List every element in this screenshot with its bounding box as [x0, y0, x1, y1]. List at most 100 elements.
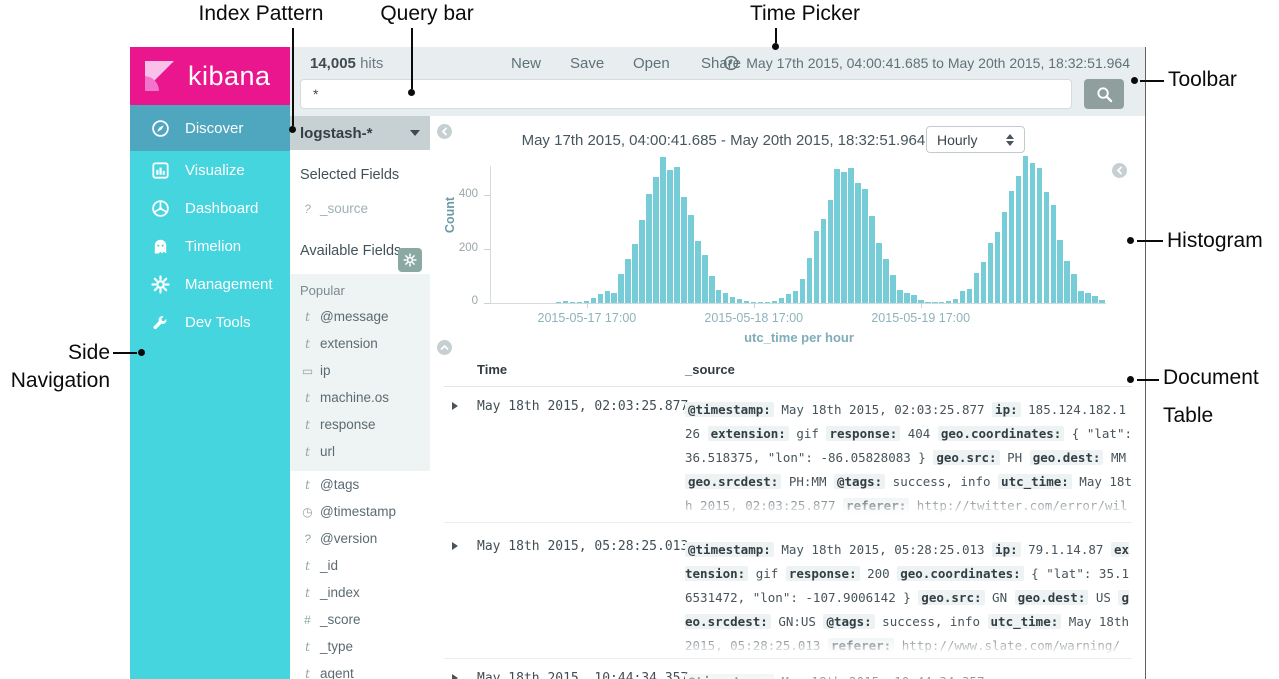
- histogram-bar[interactable]: [821, 219, 826, 303]
- histogram-bar[interactable]: [1009, 191, 1014, 303]
- histogram-bar[interactable]: [723, 293, 728, 303]
- histogram-bar[interactable]: [925, 302, 930, 304]
- histogram-bar[interactable]: [563, 301, 568, 303]
- column-header-source[interactable]: _source: [685, 362, 735, 377]
- kibana-logo[interactable]: kibana: [130, 47, 290, 105]
- histogram-bar[interactable]: [695, 241, 700, 303]
- histogram-bar[interactable]: [946, 301, 951, 303]
- field-item-@tags[interactable]: t@tags: [290, 471, 430, 498]
- field-settings-button[interactable]: [398, 248, 422, 272]
- histogram-bar[interactable]: [1085, 293, 1090, 303]
- sidebar-item-dev-tools[interactable]: Dev Tools: [130, 303, 290, 341]
- field-item-agent[interactable]: tagent: [290, 660, 430, 679]
- histogram-bar[interactable]: [786, 294, 791, 303]
- histogram-bar[interactable]: [1044, 192, 1049, 303]
- field-item-extension[interactable]: textension: [290, 330, 430, 357]
- histogram-bar[interactable]: [1078, 291, 1083, 303]
- histogram-bar[interactable]: [1064, 261, 1069, 303]
- histogram-bar[interactable]: [862, 189, 867, 303]
- histogram-bar[interactable]: [598, 294, 603, 303]
- histogram-bar[interactable]: [632, 244, 637, 303]
- column-header-time[interactable]: Time: [477, 362, 507, 377]
- histogram-bar[interactable]: [904, 293, 909, 303]
- field-item-@version[interactable]: ?@version: [290, 525, 430, 552]
- histogram-bar[interactable]: [660, 157, 665, 303]
- query-input[interactable]: [300, 79, 1072, 109]
- histogram-bar[interactable]: [1057, 240, 1062, 303]
- search-button[interactable]: [1084, 79, 1124, 109]
- histogram-bar[interactable]: [570, 302, 575, 304]
- histogram-bar[interactable]: [772, 301, 777, 303]
- histogram-bar[interactable]: [577, 302, 582, 304]
- histogram-bar[interactable]: [1030, 163, 1035, 303]
- time-picker[interactable]: May 17th 2015, 04:00:41.685 to May 20th …: [723, 55, 1130, 71]
- histogram-bar[interactable]: [876, 243, 881, 303]
- histogram-bar[interactable]: [807, 258, 812, 303]
- histogram-bar[interactable]: [890, 275, 895, 303]
- field-item-_index[interactable]: t_index: [290, 579, 430, 606]
- histogram-bar[interactable]: [1002, 212, 1007, 303]
- histogram-bar[interactable]: [674, 167, 679, 303]
- histogram-bar[interactable]: [848, 168, 853, 303]
- histogram-bar[interactable]: [702, 255, 707, 303]
- histogram-bar[interactable]: [960, 291, 965, 303]
- histogram-bar[interactable]: [981, 262, 986, 303]
- histogram-bar[interactable]: [653, 177, 658, 303]
- histogram-bar[interactable]: [730, 297, 735, 303]
- histogram-bar[interactable]: [618, 274, 623, 303]
- histogram-bar[interactable]: [1037, 168, 1042, 303]
- histogram-bar[interactable]: [744, 301, 749, 303]
- histogram-bar[interactable]: [1071, 274, 1076, 303]
- histogram-bar[interactable]: [953, 299, 958, 303]
- expand-row-button[interactable]: [452, 542, 458, 550]
- interval-select[interactable]: Hourly: [926, 126, 1025, 153]
- histogram-bar[interactable]: [779, 298, 784, 303]
- histogram-bar[interactable]: [793, 291, 798, 303]
- histogram-bar[interactable]: [988, 243, 993, 303]
- sidebar-item-timelion[interactable]: Timelion: [130, 227, 290, 265]
- histogram-bar[interactable]: [1023, 156, 1028, 303]
- field-item-_score[interactable]: #_score: [290, 606, 430, 633]
- field-item-url[interactable]: turl: [290, 438, 430, 465]
- expand-row-button[interactable]: [452, 402, 458, 410]
- field-item-machine.os[interactable]: tmachine.os: [290, 384, 430, 411]
- histogram-bar[interactable]: [967, 289, 972, 303]
- expand-row-button[interactable]: [452, 674, 458, 679]
- histogram-bar[interactable]: [869, 216, 874, 303]
- field-item-ip[interactable]: ▭ip: [290, 357, 430, 384]
- histogram-bar[interactable]: [834, 169, 839, 303]
- toolbar-new-button[interactable]: New: [511, 55, 541, 72]
- histogram-bar[interactable]: [841, 172, 846, 303]
- field-item-@timestamp[interactable]: ◷@timestamp: [290, 498, 430, 525]
- histogram-bar[interactable]: [667, 170, 672, 303]
- field-item-_id[interactable]: t_id: [290, 552, 430, 579]
- histogram-bar[interactable]: [939, 302, 944, 304]
- sidebar-item-discover[interactable]: Discover: [130, 105, 290, 151]
- histogram-bar[interactable]: [681, 197, 686, 303]
- histogram-bar[interactable]: [883, 259, 888, 303]
- histogram-bar[interactable]: [709, 276, 714, 303]
- histogram-bar[interactable]: [995, 232, 1000, 303]
- histogram-bar[interactable]: [639, 220, 644, 303]
- histogram-bar[interactable]: [591, 298, 596, 303]
- histogram-bar[interactable]: [605, 291, 610, 303]
- histogram-bar[interactable]: [1016, 176, 1021, 303]
- histogram-bar[interactable]: [611, 293, 616, 303]
- histogram-bar[interactable]: [1092, 296, 1097, 303]
- histogram-bar[interactable]: [737, 299, 742, 303]
- histogram-bar[interactable]: [625, 259, 630, 303]
- field-item-_type[interactable]: t_type: [290, 633, 430, 660]
- histogram-bar[interactable]: [556, 302, 561, 304]
- histogram-bar[interactable]: [646, 194, 651, 303]
- histogram-bar[interactable]: [1099, 300, 1104, 303]
- histogram-bar[interactable]: [828, 200, 833, 303]
- histogram-bar[interactable]: [974, 273, 979, 303]
- toolbar-save-button[interactable]: Save: [570, 55, 604, 72]
- histogram-bar[interactable]: [932, 302, 937, 304]
- field-item-_source[interactable]: ?_source: [290, 195, 430, 222]
- histogram-bar[interactable]: [814, 231, 819, 303]
- histogram-bar[interactable]: [758, 302, 763, 304]
- histogram-bar[interactable]: [1051, 205, 1056, 303]
- toolbar-open-button[interactable]: Open: [633, 55, 670, 72]
- collapse-right-button[interactable]: [1112, 163, 1127, 178]
